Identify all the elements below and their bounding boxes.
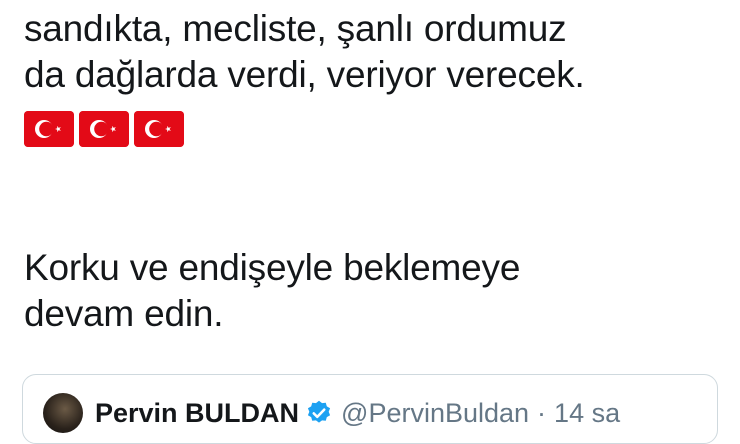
turkey-flag-icon <box>24 111 74 147</box>
separator-dot: · <box>537 397 547 428</box>
tweet-text-line: da dağlarda verdi, veriyor verecek. <box>24 54 585 95</box>
verified-badge-icon <box>307 400 331 423</box>
quoted-tweet-header: Pervin BULDAN @PervinBuldan · 14 sa <box>43 393 620 433</box>
quoted-author-name[interactable]: Pervin BULDAN <box>95 398 299 429</box>
tweet-text-line: sandıkta, mecliste, şanlı ordumuz <box>24 8 567 49</box>
avatar[interactable] <box>43 393 83 433</box>
turkey-flag-icon <box>79 111 129 147</box>
tweet-text: sandıkta, mecliste, şanlı ordumuz da dağ… <box>24 6 724 148</box>
quoted-tweet-card[interactable]: Pervin BULDAN @PervinBuldan · 14 sa <box>22 374 718 444</box>
tweet-text-line: Korku ve endişeyle beklemeye <box>24 247 521 288</box>
quoted-tweet-timestamp[interactable]: 14 sa <box>554 398 620 429</box>
tweet-text-line: devam edin. <box>24 293 224 334</box>
turkey-flag-icon <box>134 111 184 147</box>
tweet-second-paragraph: Korku ve endişeyle beklemeye devam edin. <box>24 245 724 337</box>
flag-emoji-row <box>24 110 724 148</box>
quoted-author-handle[interactable]: @PervinBuldan <box>341 398 529 429</box>
